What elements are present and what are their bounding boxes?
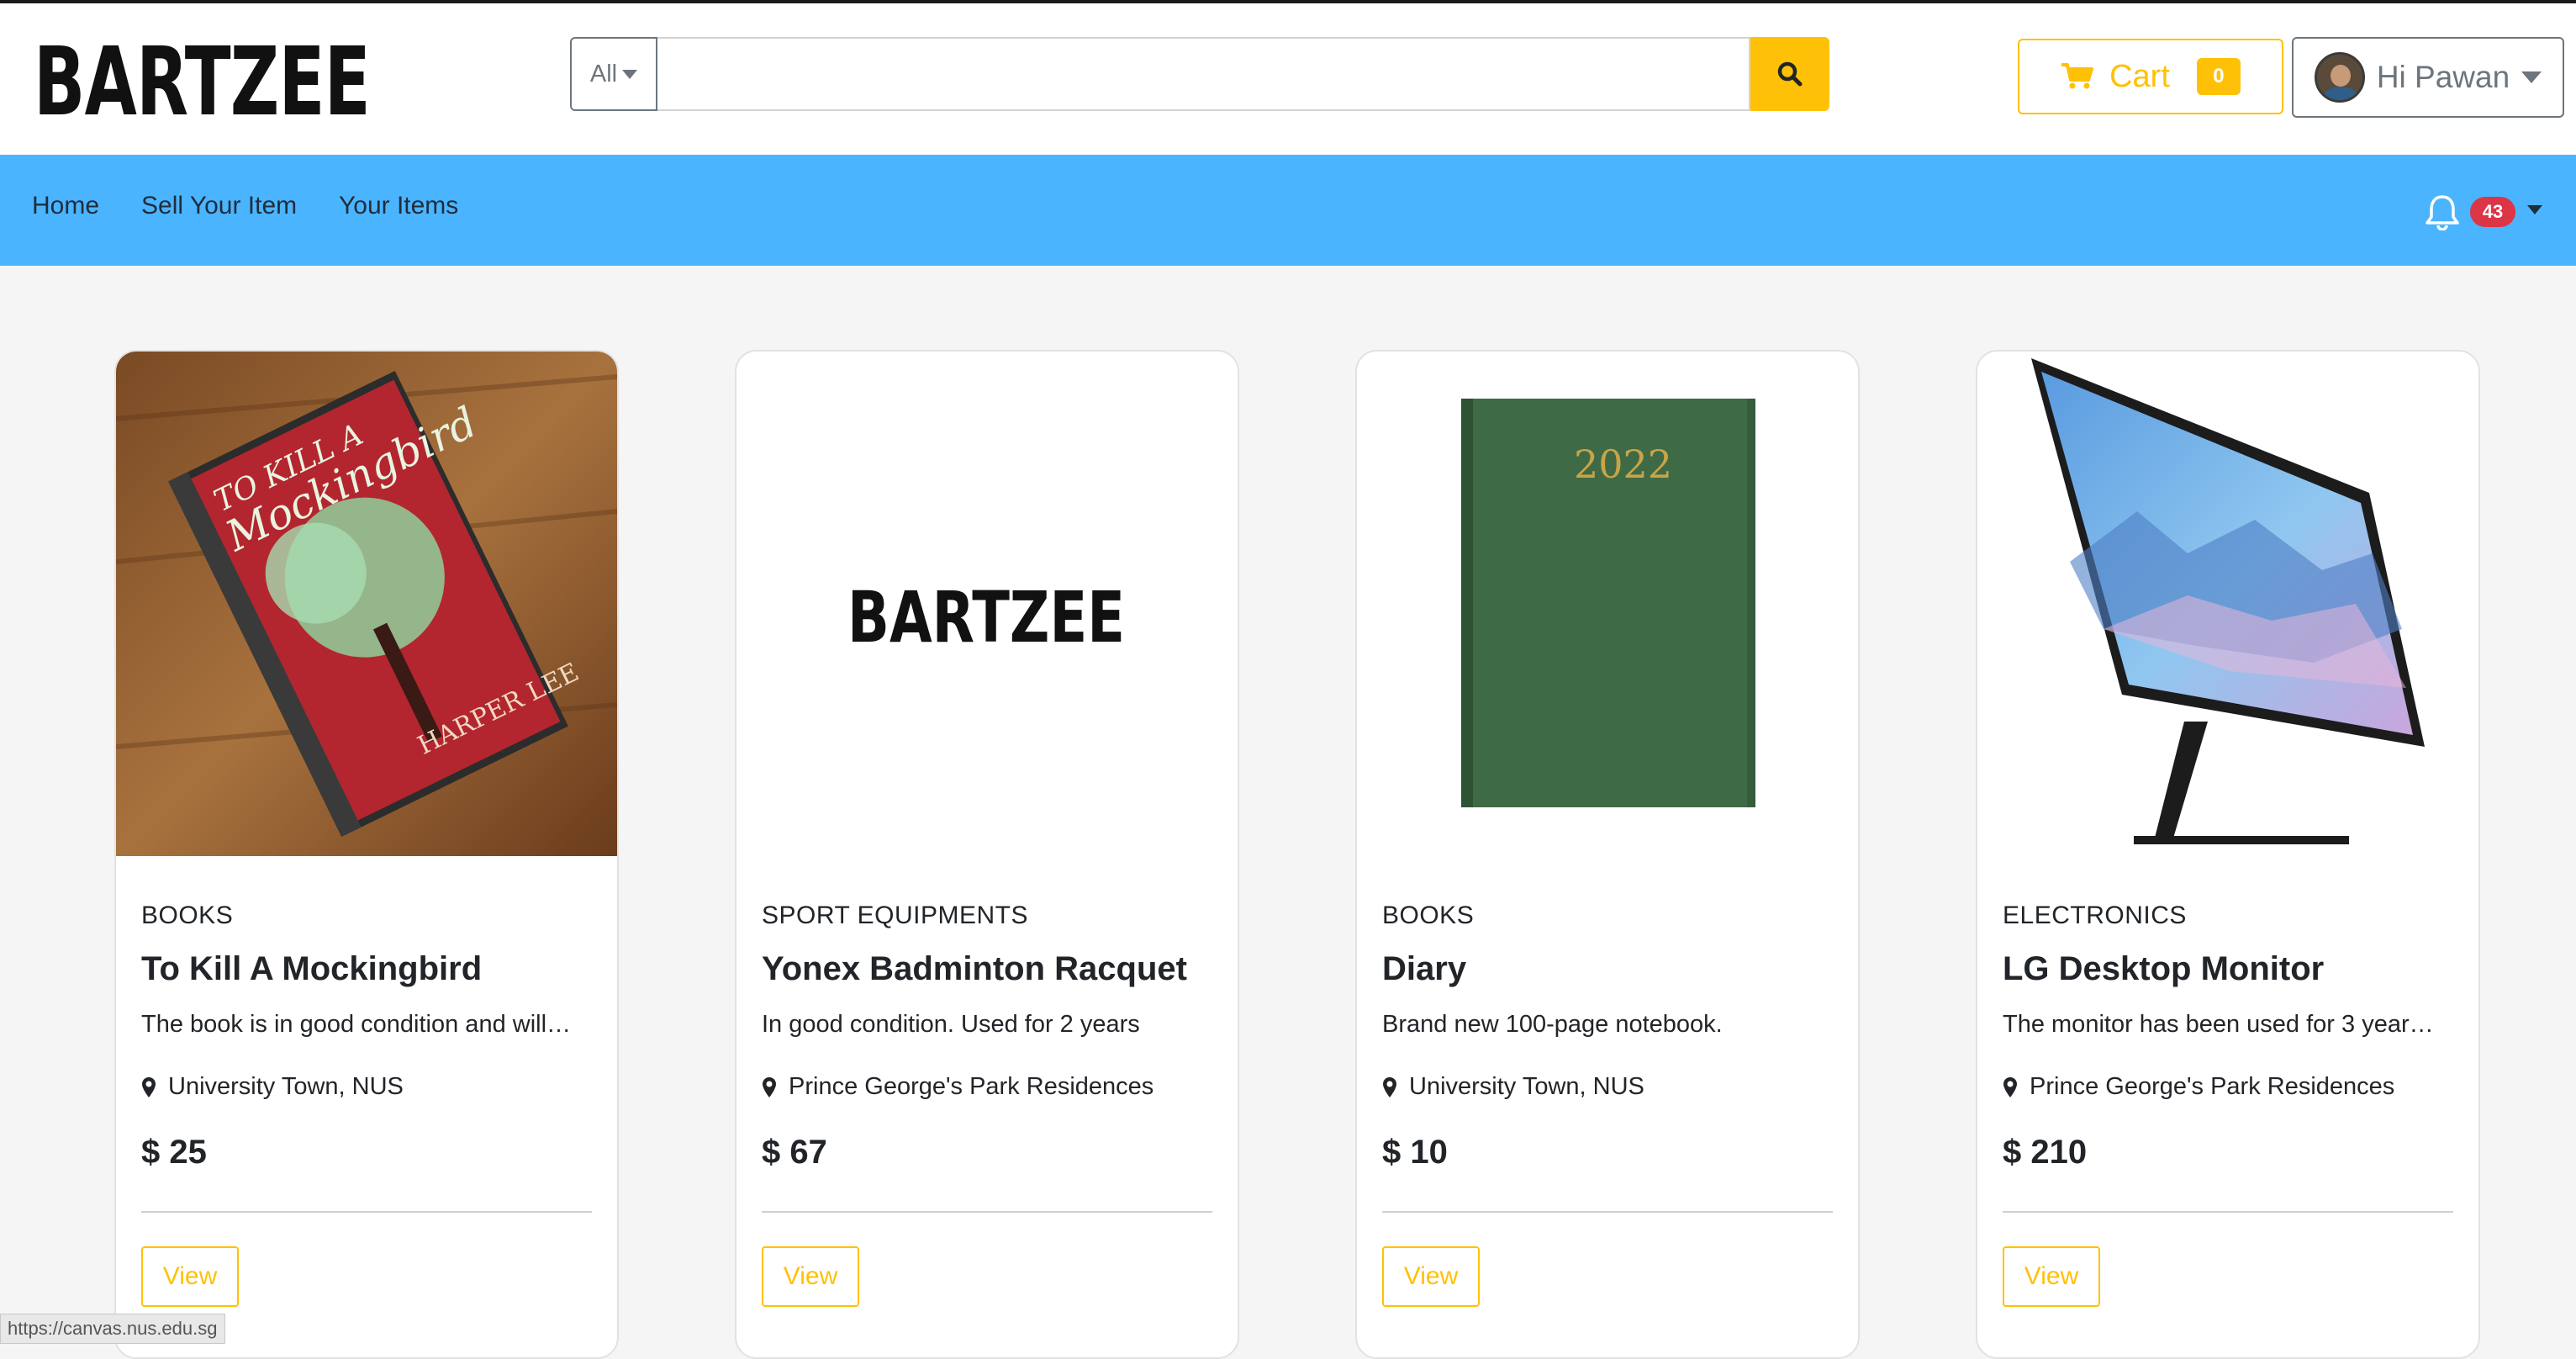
bartzee-logo[interactable]: BARTZEE: [34, 34, 370, 126]
nav-link-home[interactable]: Home: [32, 192, 99, 220]
shopping-cart-icon: [2061, 63, 2094, 89]
listing-price: $ 10: [1382, 1134, 1448, 1171]
user-menu-button[interactable]: Hi Pawan: [2292, 37, 2564, 118]
listing-title: To Kill A Mockingbird: [141, 950, 483, 987]
listing-category: ELECTRONICS: [2003, 902, 2187, 929]
chevron-down-icon: [622, 69, 638, 79]
map-marker-icon: [1383, 1076, 1396, 1097]
listing-location-text: University Town, NUS: [1409, 1073, 1644, 1100]
view-button[interactable]: View: [2003, 1246, 2100, 1307]
listing-location: University Town, NUS: [1382, 1073, 1644, 1101]
search-category-dropdown[interactable]: All: [570, 37, 657, 111]
map-marker-icon: [2003, 1076, 2017, 1097]
listing-category: BOOKS: [141, 902, 234, 929]
listing-location-text: University Town, NUS: [168, 1073, 404, 1100]
chevron-down-icon[interactable]: [2527, 205, 2542, 214]
view-button[interactable]: View: [141, 1246, 239, 1307]
listing-title: Diary: [1382, 950, 1467, 987]
map-marker-icon: [142, 1076, 156, 1097]
search-input[interactable]: [657, 37, 1750, 111]
listing-card: TO KILL A Mockingbird HARPER LEE BOOKS T…: [114, 350, 619, 1359]
listing-image-monitor[interactable]: [1977, 352, 2478, 856]
search-category-label: All: [589, 60, 618, 87]
search-icon: [1777, 61, 1803, 87]
view-button[interactable]: View: [762, 1246, 859, 1307]
listing-image-diary[interactable]: 2022: [1357, 352, 1858, 856]
listing-description: In good condition. Used for 2 years: [762, 1011, 1140, 1038]
main-navbar: Home Sell Your Item Your Items 43: [0, 155, 2576, 266]
listing-location-text: Prince George's Park Residences: [789, 1073, 1154, 1100]
listing-image-placeholder[interactable]: BARTZEE: [736, 352, 1238, 856]
cart-button[interactable]: Cart 0: [2018, 39, 2283, 114]
site-header: BARTZEE All Cart 0 Hi Pawan: [0, 3, 2576, 155]
bell-icon[interactable]: [2425, 193, 2460, 230]
notification-count-badge: 43: [2470, 197, 2515, 227]
listing-description: The book is in good condition and will…: [141, 1011, 572, 1038]
nav-link-sell-your-item[interactable]: Sell Your Item: [141, 192, 297, 220]
listing-category: SPORT EQUIPMENTS: [762, 902, 1028, 929]
card-divider: [2003, 1211, 2453, 1213]
view-button[interactable]: View: [1382, 1246, 1480, 1307]
listing-title: LG Desktop Monitor: [2003, 950, 2325, 987]
listing-card: BARTZEE SPORT EQUIPMENTS Yonex Badminton…: [735, 350, 1239, 1359]
status-bar-url: https://canvas.nus.edu.sg: [0, 1314, 225, 1344]
listing-location: Prince George's Park Residences: [2003, 1073, 2394, 1101]
nav-link-your-items[interactable]: Your Items: [339, 192, 458, 220]
listing-location: Prince George's Park Residences: [762, 1073, 1153, 1101]
bartzee-logo: BARTZEE: [847, 576, 1125, 658]
card-divider: [141, 1211, 592, 1213]
cart-label: Cart: [2109, 58, 2170, 94]
listing-description: The monitor has been used for 3 year…: [2003, 1011, 2434, 1038]
avatar: [2314, 52, 2365, 103]
listing-card: ELECTRONICS LG Desktop Monitor The monit…: [1976, 350, 2480, 1359]
svg-text:BARTZEE: BARTZEE: [34, 34, 370, 126]
listing-price: $ 25: [141, 1134, 207, 1171]
diary-year-text: 2022: [1574, 442, 1672, 487]
cart-count-badge: 0: [2196, 58, 2241, 95]
listing-location: University Town, NUS: [141, 1073, 404, 1101]
card-divider: [1382, 1211, 1833, 1213]
listing-card: 2022 BOOKS Diary Brand new 100-page note…: [1355, 350, 1860, 1359]
map-marker-icon: [763, 1076, 776, 1097]
listing-image-book[interactable]: TO KILL A Mockingbird HARPER LEE: [116, 352, 617, 856]
search-button[interactable]: [1750, 37, 1829, 111]
listing-price: $ 67: [762, 1134, 827, 1171]
listing-category: BOOKS: [1382, 902, 1475, 929]
card-divider: [762, 1211, 1212, 1213]
chevron-down-icon: [2521, 71, 2542, 83]
user-greeting: Hi Pawan: [2376, 60, 2510, 94]
listing-title: Yonex Badminton Racquet: [762, 950, 1187, 987]
listing-price: $ 210: [2003, 1134, 2088, 1171]
listing-description: Brand new 100-page notebook.: [1382, 1011, 1723, 1038]
listing-location-text: Prince George's Park Residences: [2030, 1073, 2395, 1100]
